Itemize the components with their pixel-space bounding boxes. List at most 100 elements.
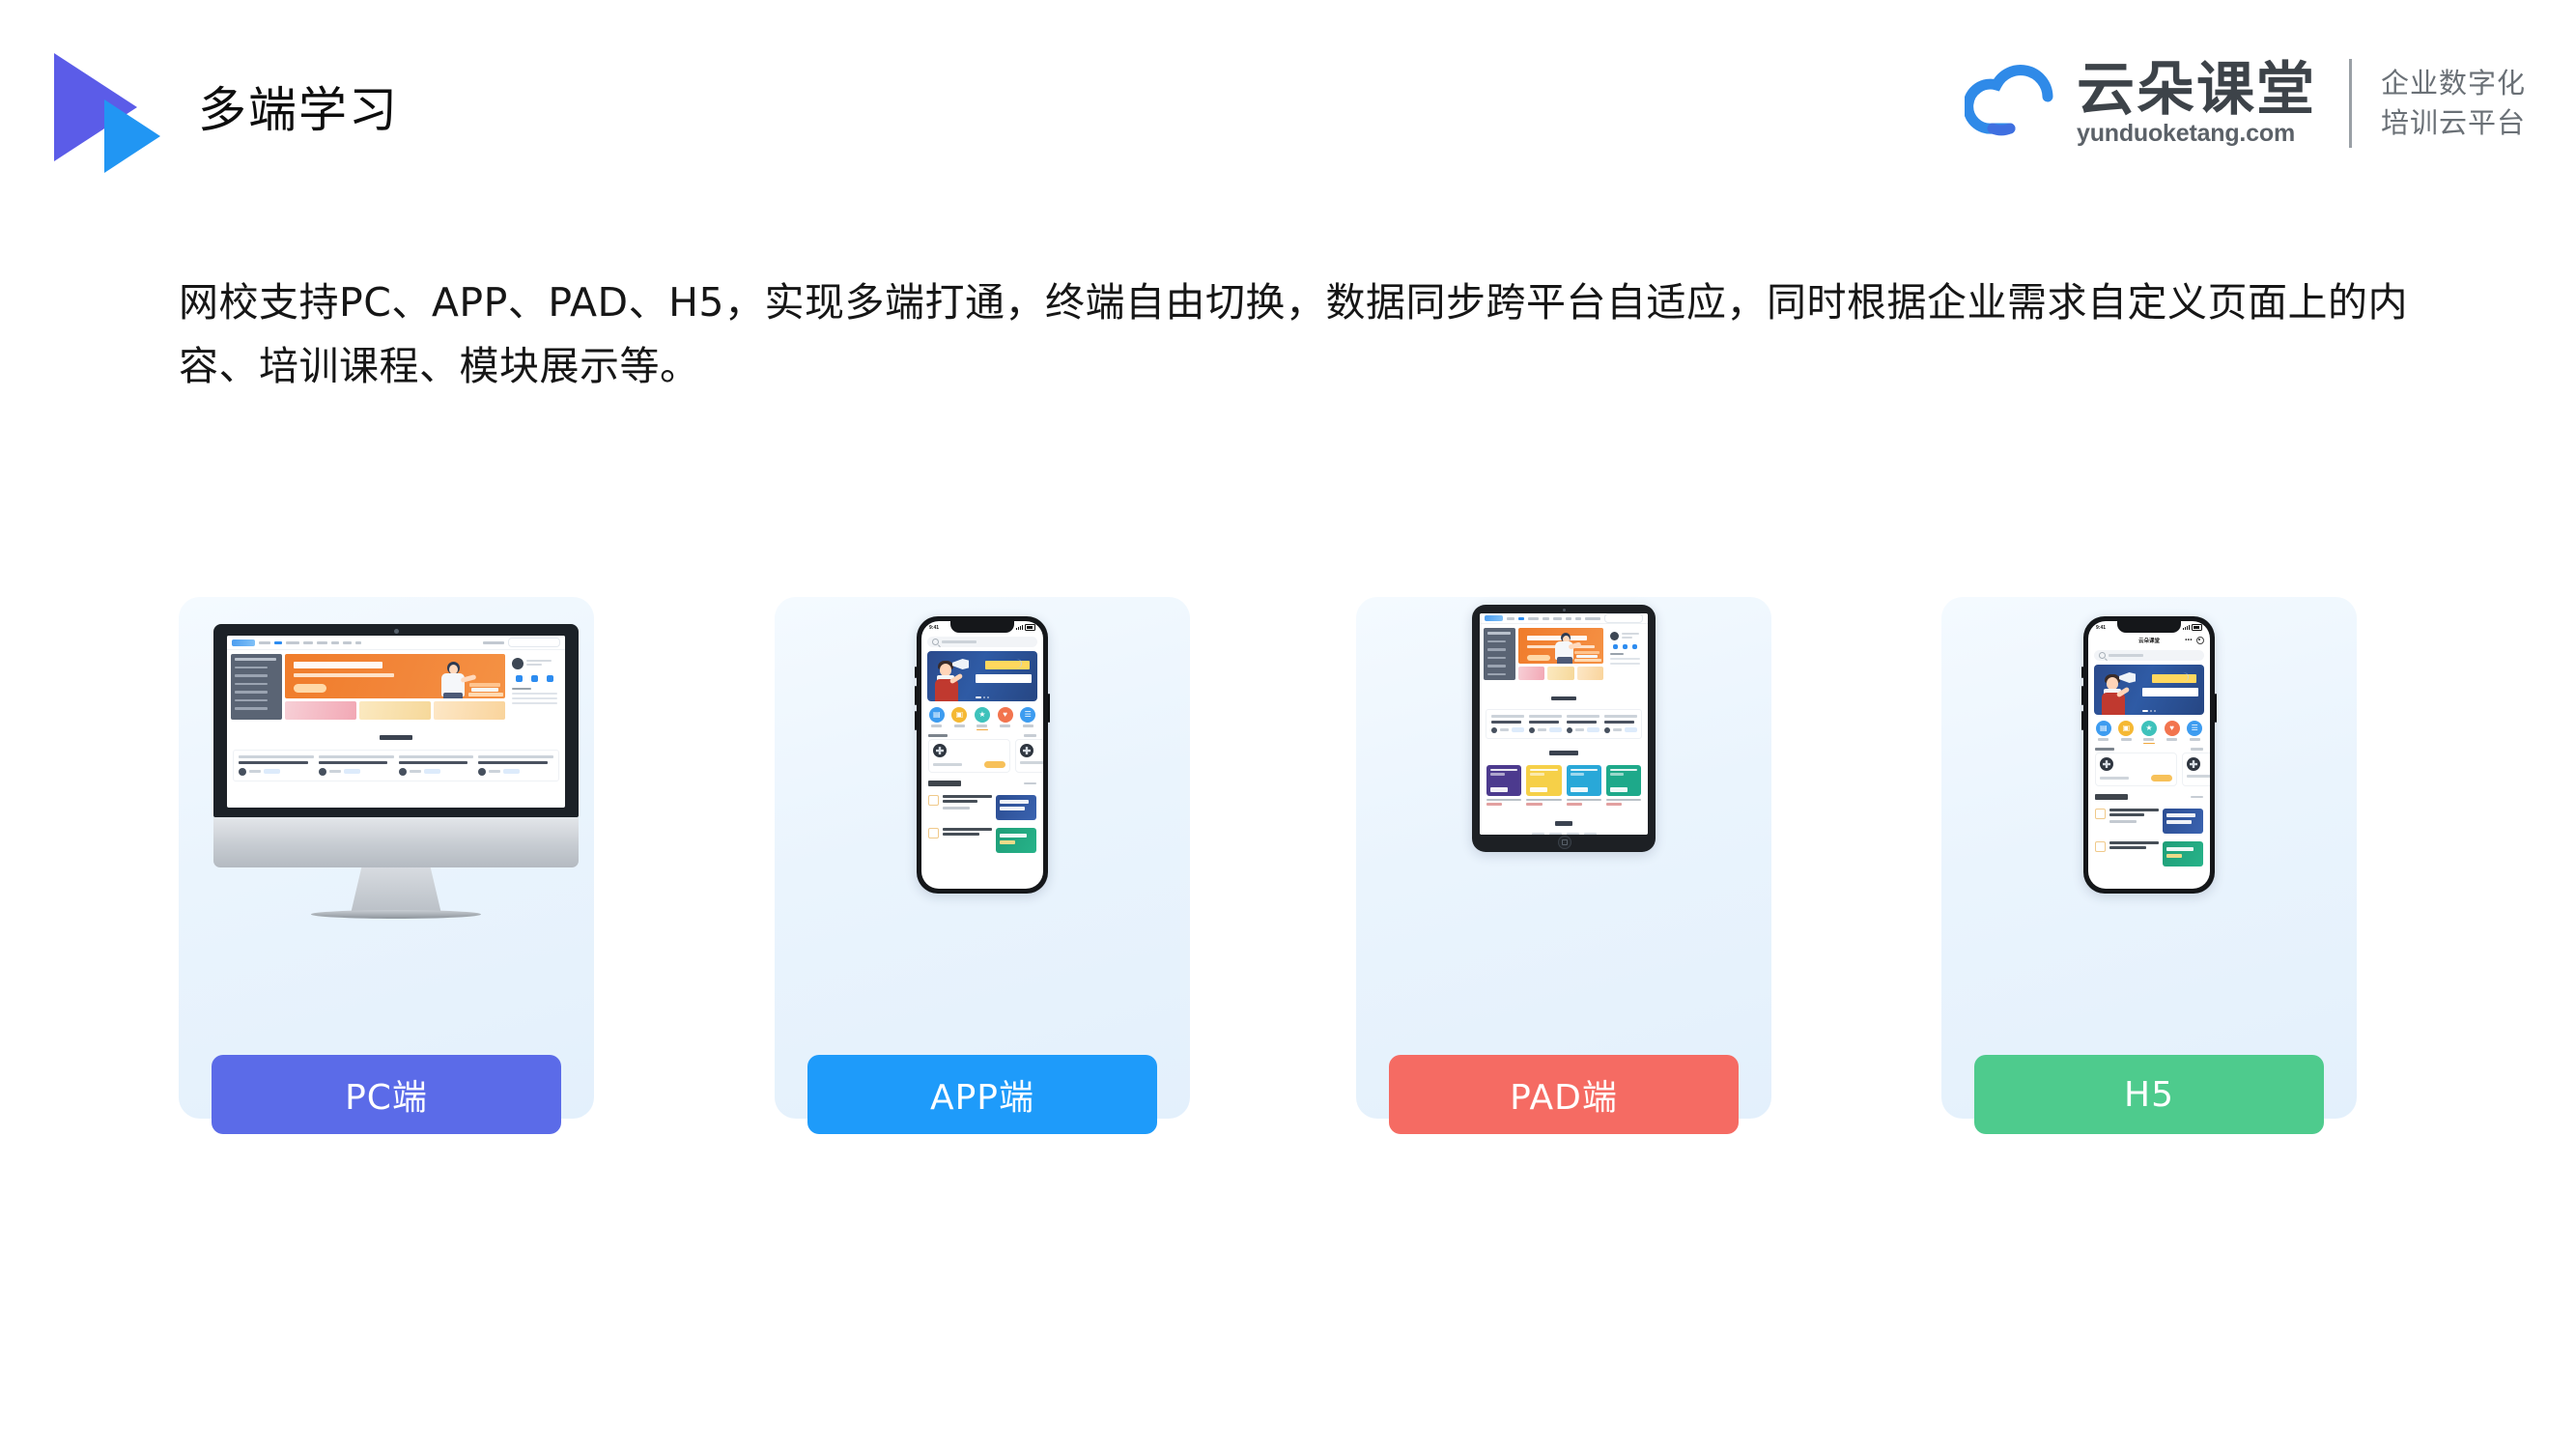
user-panel [508,654,561,720]
brand-url: yunduoketang.com [2076,120,2295,147]
grid-card[interactable] [1566,764,1601,806]
course-icon: ▤ [928,707,945,723]
course-card[interactable] [1015,739,1043,774]
intro-paragraph: 网校支持PC、APP、PAD、H5，实现多端打通，终端自由切换，数据同步跨平台自… [179,279,2408,390]
recommend-course-list [2088,802,2210,870]
course-card-list [1486,709,1642,739]
brand-block: 云朵课堂 yunduoketang.com 企业数字化 培训云平台 [1963,50,2526,156]
list-item[interactable] [2095,805,2203,838]
list-item[interactable] [928,791,1036,824]
recommend-course-list [921,788,1043,857]
quick-icon-material[interactable]: ☰ [2187,721,2203,741]
device-cards-row: PC端 9:41 ▤ ▣ ★ ♥ ☰ APP端 PAD端 9:41 云朵课堂 •… [0,597,2576,1134]
home-button[interactable] [1558,836,1571,849]
quick-icon-course[interactable]: ▤ [2095,721,2111,741]
public-course-carousel [921,739,1043,774]
course-thumbnail [2163,841,2203,867]
brand-tagline: 企业数字化 培训云平台 [2381,64,2526,143]
section-more-link[interactable] [2191,795,2203,799]
section-more-link[interactable] [2191,748,2203,751]
promo-card [285,701,356,720]
course-card[interactable] [2182,753,2210,787]
pad-label-button[interactable]: PAD端 [1389,1055,1739,1134]
section-more-link[interactable] [1024,781,1036,785]
quick-icon-share[interactable]: ♥ [997,707,1013,727]
recommend-section-header [2088,790,2210,802]
banner-title-bar [294,662,382,668]
section-title-bar [928,781,961,787]
rank-badge [2095,809,2106,820]
more-dots-icon[interactable]: ••• [2185,638,2193,643]
pc-website-preview [227,636,565,808]
promo-card [1547,667,1574,680]
user-panel [1606,628,1644,680]
course-section-title [1480,810,1648,833]
quick-icon-live[interactable]: ▣ [951,707,968,727]
brand-tagline-line2: 培训云平台 [2380,106,2526,139]
brand-name: 云朵课堂 [2076,56,2316,124]
nav-item [259,640,270,644]
device-card-pc[interactable]: PC端 [179,597,594,1134]
rank-badge [2095,841,2106,853]
nav-app-link [1585,616,1600,620]
quick-icon-material[interactable]: ☰ [1020,707,1036,727]
page-title: 多端学习 [198,82,399,138]
imac-bezel [213,624,579,817]
search-placeholder [2109,654,2143,657]
nav-item-active [274,640,282,644]
grid-card[interactable] [1486,764,1522,806]
h5-hero-banner[interactable] [2094,665,2204,715]
nav-item [1575,616,1581,620]
course-card [478,755,553,776]
search-placeholder [942,640,977,643]
page-header: 多端学习 云朵课堂 yunduoketang.com 企业数字化 培训云平台 [0,0,2576,203]
grid-card[interactable] [1526,764,1562,806]
close-circle-icon[interactable] [2196,637,2204,644]
nav-item [355,640,361,644]
app-search-input[interactable] [927,637,1037,647]
brand-tagline-line1: 企业数字化 [2380,66,2526,99]
quick-icon-exam[interactable]: ★ [974,707,990,727]
public-course-section-header [921,730,1043,739]
nav-item [1565,616,1572,620]
grid-card[interactable] [1605,764,1641,806]
pc-label-button[interactable]: PC端 [212,1055,561,1134]
cloud-logo-icon [1963,55,2073,152]
nav-item [1506,616,1514,620]
rank-badge [928,828,939,839]
rank-badge [928,795,939,807]
list-item[interactable] [928,824,1036,857]
course-card [1567,715,1599,733]
h5-search-input[interactable] [2094,650,2204,661]
device-card-app[interactable]: 9:41 ▤ ▣ ★ ♥ ☰ APP端 [775,597,1190,1134]
course-card [1604,715,1637,733]
section-more-link[interactable] [1024,734,1036,737]
hero-banner [1518,628,1604,664]
course-thumbnail [996,795,1036,821]
quick-icon-share[interactable]: ♥ [2164,721,2180,741]
quick-icon-exam[interactable]: ★ [2140,721,2157,741]
banner-cta-button [294,683,326,693]
h5-label-button[interactable]: H5 [1974,1055,2324,1134]
app-label-button[interactable]: APP端 [807,1055,1157,1134]
brand-divider [2348,59,2352,148]
browser-nav-bar: 云朵课堂 ••• [2088,634,2210,647]
nav-item [317,640,327,644]
nav-item [1528,616,1539,620]
device-card-pad[interactable]: PAD端 [1356,597,1771,1134]
course-card[interactable] [928,739,1010,774]
promo-strip [285,701,505,720]
course-card [239,755,314,776]
quick-icon-course[interactable]: ▤ [928,707,945,727]
course-card[interactable] [2095,753,2177,787]
smartphone-browser-frame: 9:41 云朵课堂 ••• ▤ ▣ ★ ♥ ☰ [2081,616,2217,894]
imac-stand-neck [351,867,441,914]
device-card-h5[interactable]: 9:41 云朵课堂 ••• ▤ ▣ ★ ♥ ☰ H5 [1941,597,2357,1134]
quick-icon-live[interactable]: ▣ [2118,721,2135,741]
app-quick-icons: ▤ ▣ ★ ♥ ☰ [921,701,1043,729]
status-bar: 9:41 [2088,621,2210,634]
list-item[interactable] [2095,838,2203,870]
app-hero-banner[interactable] [927,651,1037,701]
search-icon [932,639,939,645]
promo-card [359,701,431,720]
